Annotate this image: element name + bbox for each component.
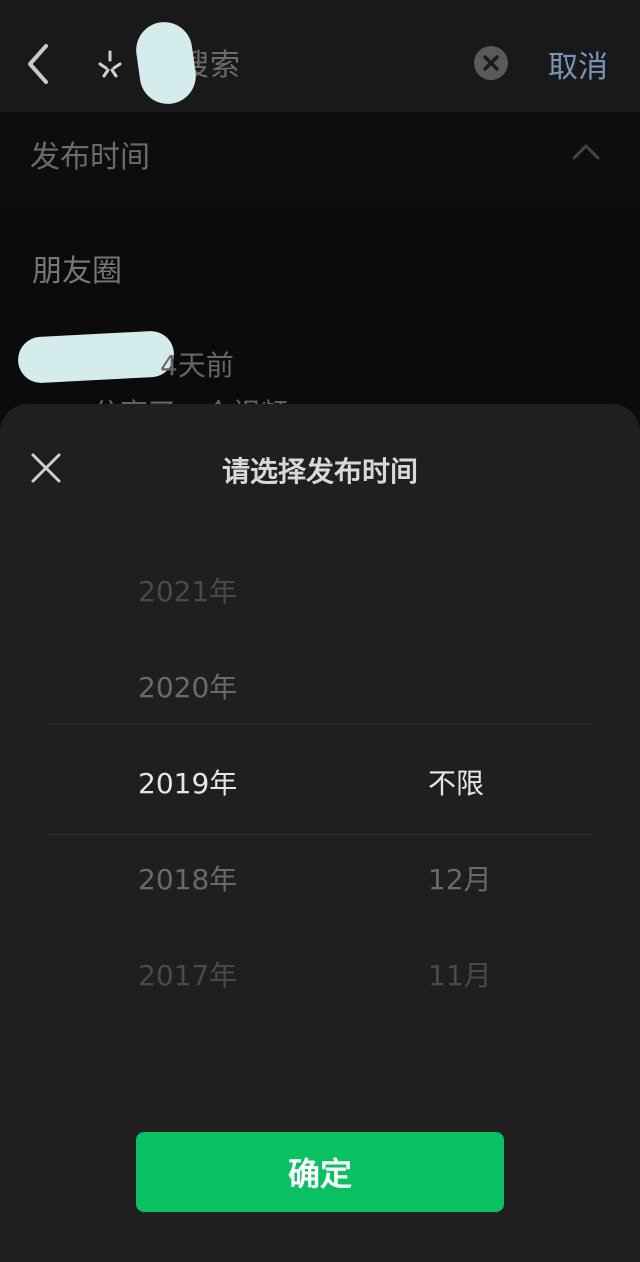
- sparkle-icon: [94, 48, 126, 80]
- clear-icon: [483, 55, 499, 71]
- post-time: 4天前: [160, 349, 234, 382]
- cancel-button[interactable]: 取消: [548, 42, 608, 86]
- confirm-button[interactable]: 确定: [136, 1132, 504, 1212]
- clear-search-button[interactable]: [474, 46, 508, 80]
- filter-label: 发布时间: [30, 140, 150, 175]
- date-picker[interactable]: 2021年 2020年 2019年 2018年 2017年 不限 12月 11月: [48, 544, 592, 1044]
- year-option-selected[interactable]: 2019年: [138, 762, 237, 802]
- month-option[interactable]: 11月: [428, 954, 492, 994]
- section-title: 朋友圈: [32, 254, 122, 289]
- month-option[interactable]: 12月: [428, 858, 492, 898]
- year-option[interactable]: 2021年: [138, 570, 237, 610]
- year-option[interactable]: 2017年: [138, 954, 237, 994]
- year-option[interactable]: 2020年: [138, 666, 237, 706]
- back-button[interactable]: [18, 34, 62, 94]
- month-option-selected[interactable]: 不限: [428, 762, 484, 802]
- redaction-mark: [16, 329, 176, 385]
- selection-line-top: [48, 724, 592, 725]
- year-option[interactable]: 2018年: [138, 858, 237, 898]
- sheet-title: 请选择发布时间: [221, 455, 418, 488]
- selection-line-bottom: [48, 834, 592, 835]
- chevron-left-icon: [28, 44, 48, 84]
- chevron-up-icon[interactable]: [568, 136, 604, 166]
- date-picker-sheet: 请选择发布时间 2021年 2020年 2019年 2018年 2017年 不限…: [0, 404, 640, 1262]
